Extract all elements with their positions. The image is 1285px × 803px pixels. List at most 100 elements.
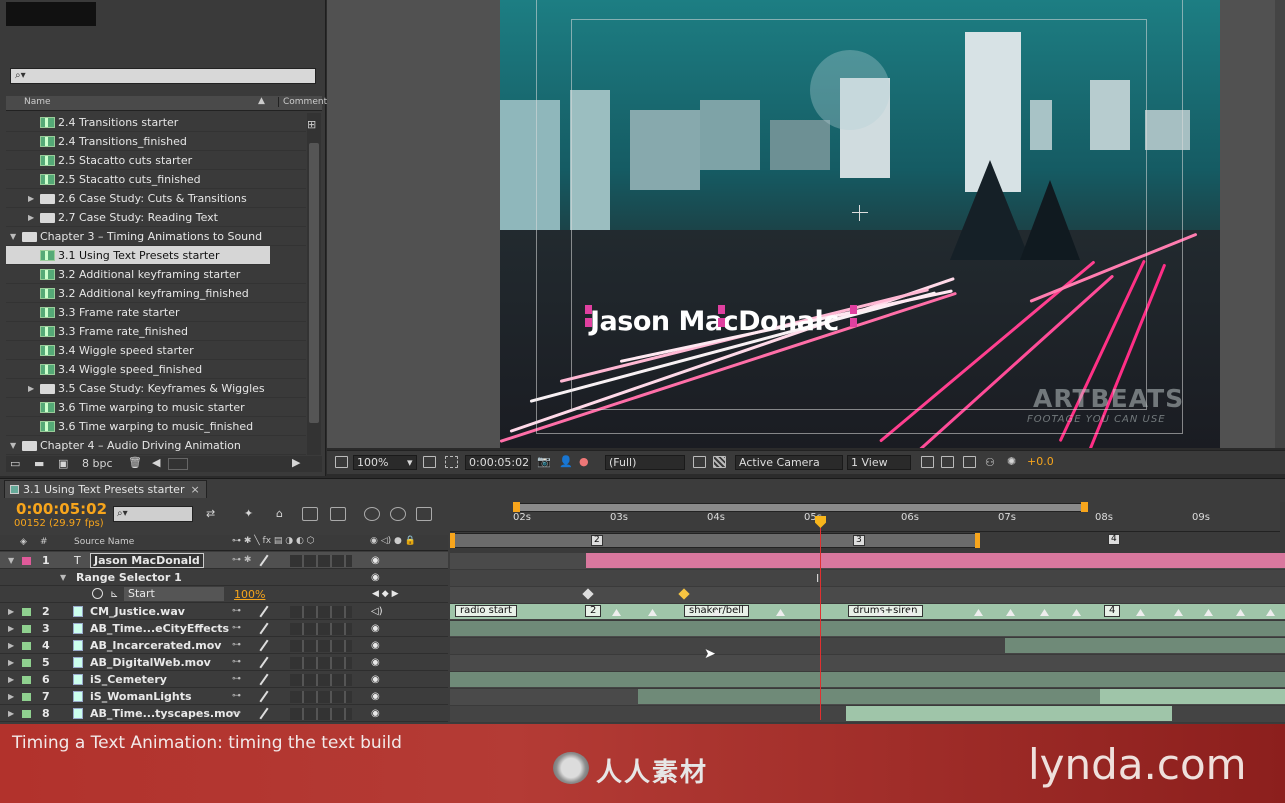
expand-open-icon[interactable]: ▼ bbox=[10, 227, 16, 246]
layer-duration-bar[interactable] bbox=[1005, 638, 1285, 653]
layer-switches[interactable] bbox=[290, 640, 352, 652]
quality-switch-icon[interactable] bbox=[259, 605, 269, 618]
expand-closed-icon[interactable]: ▶ bbox=[28, 189, 34, 208]
viewer-scrollbar[interactable] bbox=[1275, 0, 1285, 448]
timeline-icon[interactable] bbox=[963, 456, 976, 468]
column-name[interactable]: Name bbox=[24, 97, 51, 107]
view-layout-select[interactable]: 1 View bbox=[847, 455, 911, 470]
timeline-current-time[interactable]: 0:00:05:02 bbox=[16, 500, 107, 518]
eye-icon[interactable]: ◉ bbox=[371, 620, 380, 637]
interpret-footage-icon[interactable]: ▭ bbox=[10, 457, 20, 470]
expand-closed-icon[interactable]: ▶ bbox=[8, 688, 14, 705]
new-folder-icon[interactable]: ▬ bbox=[34, 457, 44, 470]
project-item-comp[interactable]: 3.3 Frame rate_finished bbox=[6, 322, 306, 341]
shy-switch-icon[interactable]: ⊶ bbox=[232, 671, 241, 688]
project-item-folder[interactable]: ▼ Chapter 4 – Audio Driving Animation bbox=[6, 436, 306, 455]
text-handle[interactable] bbox=[850, 305, 857, 314]
layer-name[interactable]: AB_Time...eCityEffects bbox=[90, 620, 229, 637]
project-item-comp[interactable]: 2.4 Transitions starter bbox=[6, 113, 306, 132]
shy-switch-icon[interactable]: ⊶ bbox=[232, 637, 241, 654]
project-item-comp[interactable]: 2.5 Stacatto cuts starter bbox=[6, 151, 306, 170]
resolution-select[interactable]: (Full) bbox=[605, 455, 685, 470]
project-item-folder[interactable]: ▼ Chapter 3 – Timing Animations to Sound bbox=[6, 227, 306, 246]
text-layer-preview[interactable]: Jason MacDonalc bbox=[590, 306, 839, 337]
text-handle[interactable] bbox=[718, 318, 725, 327]
expand-closed-icon[interactable]: ▼ bbox=[8, 552, 14, 569]
project-item-comp[interactable]: 3.1 Using Text Presets starter bbox=[6, 246, 270, 265]
label-color-swatch[interactable] bbox=[22, 642, 31, 650]
layer-row[interactable]: ▶ 5 AB_DigitalWeb.mov ⊶ ◉ bbox=[0, 654, 448, 671]
in-point-handle[interactable] bbox=[450, 533, 455, 548]
text-handle[interactable] bbox=[718, 305, 725, 314]
project-item-folder[interactable]: ▶ 3.5 Case Study: Keyframes & Wiggles bbox=[6, 379, 306, 398]
layer-row[interactable]: ▶ 3 AB_Time...eCityEffects ⊶ ◉ bbox=[0, 620, 448, 637]
flowchart-view-icon[interactable]: ⚇ bbox=[985, 456, 998, 469]
project-item-comp[interactable]: 3.3 Frame rate starter bbox=[6, 303, 306, 322]
comp-mini-flowchart-icon[interactable]: ⇄ bbox=[206, 507, 222, 521]
layer-switches[interactable] bbox=[290, 657, 352, 669]
text-handle[interactable] bbox=[850, 318, 857, 327]
quality-switch-icon[interactable] bbox=[259, 656, 269, 669]
column-comment[interactable]: Comment bbox=[278, 97, 327, 107]
quality-switch-icon[interactable] bbox=[259, 622, 269, 635]
quality-switch-icon[interactable] bbox=[259, 673, 269, 686]
quality-switch-icon[interactable] bbox=[259, 639, 269, 652]
layer-marker[interactable]: radio start bbox=[455, 605, 517, 617]
scroll-left-icon[interactable]: ◀ bbox=[152, 456, 160, 469]
layer-row[interactable]: ▶ 4 AB_Incarcerated.mov ⊶ ◉ bbox=[0, 637, 448, 654]
expand-closed-icon[interactable]: ▶ bbox=[28, 379, 34, 398]
graph-icon[interactable]: ⊾ bbox=[110, 586, 118, 603]
layer-name[interactable]: CM_Justice.wav bbox=[90, 603, 185, 620]
work-area-bar[interactable] bbox=[518, 503, 1085, 512]
layer-name[interactable]: AB_DigitalWeb.mov bbox=[90, 654, 211, 671]
eye-icon[interactable]: ◉ bbox=[371, 637, 380, 654]
expand-closed-icon[interactable]: ▶ bbox=[8, 603, 14, 620]
color-channel-icon[interactable]: ● bbox=[579, 455, 589, 468]
trash-icon[interactable]: 🗑 bbox=[128, 456, 142, 469]
transparency-grid-icon[interactable] bbox=[713, 456, 726, 468]
label-color-swatch[interactable] bbox=[22, 676, 31, 684]
project-scrollbar[interactable] bbox=[307, 113, 321, 455]
draft-3d-icon[interactable]: ⌂ bbox=[276, 507, 292, 521]
project-item-comp[interactable]: 2.5 Stacatto cuts_finished bbox=[6, 170, 306, 189]
reset-exposure-icon[interactable]: ✺ bbox=[1007, 455, 1016, 468]
sort-ascending-icon[interactable]: ▲ bbox=[258, 96, 265, 106]
horizontal-scroll-thumb[interactable] bbox=[168, 458, 188, 470]
expand-closed-icon[interactable]: ▶ bbox=[8, 637, 14, 654]
bit-depth-label[interactable]: 8 bpc bbox=[82, 457, 113, 470]
label-column-icon[interactable]: ◈ bbox=[20, 537, 27, 547]
close-icon[interactable]: × bbox=[190, 483, 199, 496]
fast-previews-icon[interactable] bbox=[693, 456, 706, 468]
layer-name[interactable]: iS_Cemetery bbox=[90, 671, 167, 688]
frame-blending-icon[interactable] bbox=[330, 507, 346, 521]
property-name[interactable]: Start bbox=[124, 587, 224, 601]
hide-shy-layers-icon[interactable] bbox=[302, 507, 318, 521]
current-time-field[interactable]: 0:00:05:02 bbox=[465, 455, 531, 470]
scroll-right-icon[interactable]: ▶ bbox=[292, 456, 300, 469]
layer-duration-bar[interactable] bbox=[586, 553, 1285, 568]
expand-closed-icon[interactable]: ▶ bbox=[8, 705, 14, 722]
show-snapshot-icon[interactable]: 👤 bbox=[559, 455, 573, 468]
layer-switches[interactable] bbox=[290, 708, 352, 720]
expand-closed-icon[interactable]: ▶ bbox=[8, 671, 14, 688]
grid-guides-icon[interactable] bbox=[423, 456, 436, 468]
layer-row[interactable]: ▶ 6 iS_Cemetery ⊶ ◉ bbox=[0, 671, 448, 688]
live-update-icon[interactable]: ✦ bbox=[244, 507, 260, 521]
label-color-swatch[interactable] bbox=[22, 625, 31, 633]
label-color-swatch[interactable] bbox=[22, 608, 31, 616]
quality-switch-icon[interactable] bbox=[259, 690, 269, 703]
start-property-row[interactable]: ⊾ Start 100% ◀ ◆ ▶ bbox=[0, 586, 448, 603]
graph-editor-icon[interactable] bbox=[390, 507, 406, 521]
layer-row[interactable]: ▶ 8 AB_Time...tyscapes.mov ⊶ ◉ bbox=[0, 705, 448, 722]
project-item-comp[interactable]: 3.2 Additional keyframing_finished bbox=[6, 284, 306, 303]
toggle-pixel-aspect-icon[interactable] bbox=[921, 456, 934, 468]
expand-closed-icon[interactable]: ▶ bbox=[8, 620, 14, 637]
timeline-search-input[interactable]: ⌕▾ bbox=[113, 506, 193, 522]
new-comp-icon[interactable]: ▣ bbox=[58, 457, 68, 470]
layer-marker[interactable]: 2 bbox=[585, 605, 602, 617]
label-color-swatch[interactable] bbox=[22, 710, 31, 718]
expand-open-icon[interactable]: ▼ bbox=[10, 436, 16, 455]
shy-switch-icon[interactable]: ⊶ bbox=[232, 654, 241, 671]
label-color-swatch[interactable] bbox=[22, 557, 31, 565]
region-of-interest-icon[interactable] bbox=[445, 456, 458, 468]
